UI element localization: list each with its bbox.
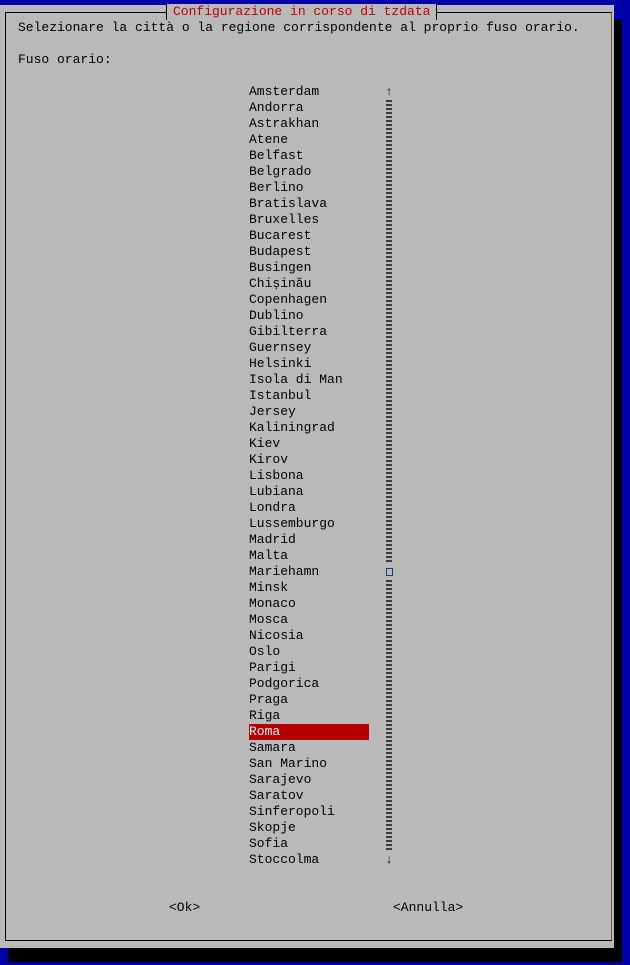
list-item[interactable]: Kirov <box>249 452 369 468</box>
list-item[interactable]: Bucarest <box>249 228 369 244</box>
list-item[interactable]: Gibilterra <box>249 324 369 340</box>
list-item[interactable]: Kaliningrad <box>249 420 369 436</box>
cancel-button[interactable]: <Annulla> <box>393 900 463 916</box>
list-item[interactable]: Kiev <box>249 436 369 452</box>
list-item[interactable]: Belgrado <box>249 164 369 180</box>
list-item[interactable]: Chișinău <box>249 276 369 292</box>
list-item[interactable]: Sarajevo <box>249 772 369 788</box>
list-item[interactable]: Amsterdam <box>249 84 369 100</box>
list-item[interactable]: Atene <box>249 132 369 148</box>
list-item[interactable]: San Marino <box>249 756 369 772</box>
list-item[interactable]: Stoccolma <box>249 852 369 868</box>
list-item[interactable]: Bratislava <box>249 196 369 212</box>
list-item[interactable]: Oslo <box>249 644 369 660</box>
timezone-list[interactable]: Amsterdam Andorra Astrakhan Atene Belfast Bel… <box>249 84 369 868</box>
list-item[interactable]: Minsk <box>249 580 369 596</box>
list-item[interactable]: Skopje <box>249 820 369 836</box>
scroll-up-arrow-icon[interactable]: ↑ <box>385 84 393 100</box>
list-item[interactable]: Lisbona <box>249 468 369 484</box>
list-item[interactable]: Monaco <box>249 596 369 612</box>
list-item[interactable]: Nicosia <box>249 628 369 644</box>
list-item[interactable]: Helsinki <box>249 356 369 372</box>
list-item[interactable]: Andorra <box>249 100 369 116</box>
timezone-label: Fuso orario: <box>18 52 112 67</box>
scrollbar[interactable]: ↑ ↓ <box>385 84 393 868</box>
list-item[interactable]: Isola di Man <box>249 372 369 388</box>
list-item[interactable]: Lussemburgo <box>249 516 369 532</box>
list-item[interactable]: Bruxelles <box>249 212 369 228</box>
list-item[interactable]: Praga <box>249 692 369 708</box>
list-item[interactable]: Roma <box>249 724 369 740</box>
list-item[interactable]: Copenhagen <box>249 292 369 308</box>
list-item[interactable]: Astrakhan <box>249 116 369 132</box>
list-item[interactable]: Riga <box>249 708 369 724</box>
list-item[interactable]: Busingen <box>249 260 369 276</box>
list-item[interactable]: Jersey <box>249 404 369 420</box>
list-item[interactable]: Londra <box>249 500 369 516</box>
scroll-down-arrow-icon[interactable]: ↓ <box>385 852 393 868</box>
list-item[interactable]: Belfast <box>249 148 369 164</box>
list-item[interactable]: Mariehamn <box>249 564 369 580</box>
list-item[interactable]: Berlino <box>249 180 369 196</box>
list-item[interactable]: Podgorica <box>249 676 369 692</box>
ok-button[interactable]: <Ok> <box>169 900 200 916</box>
list-item[interactable]: Lubiana <box>249 484 369 500</box>
list-item[interactable]: Madrid <box>249 532 369 548</box>
dialog-title: Configurazione in corso di tzdata <box>166 4 438 20</box>
list-item[interactable]: Sofia <box>249 836 369 852</box>
list-item[interactable]: Parigi <box>249 660 369 676</box>
list-item[interactable]: Saratov <box>249 788 369 804</box>
scrollbar-track[interactable] <box>386 100 392 852</box>
list-item[interactable]: Samara <box>249 740 369 756</box>
list-item[interactable]: Mosca <box>249 612 369 628</box>
list-item[interactable]: Budapest <box>249 244 369 260</box>
scrollbar-thumb[interactable] <box>385 564 393 580</box>
list-item[interactable]: Istanbul <box>249 388 369 404</box>
prompt-text: Selezionare la città o la regione corris… <box>18 20 580 35</box>
list-item[interactable]: Dublino <box>249 308 369 324</box>
list-item[interactable]: Sinferopoli <box>249 804 369 820</box>
list-item[interactable]: Malta <box>249 548 369 564</box>
list-item[interactable]: Guernsey <box>249 340 369 356</box>
